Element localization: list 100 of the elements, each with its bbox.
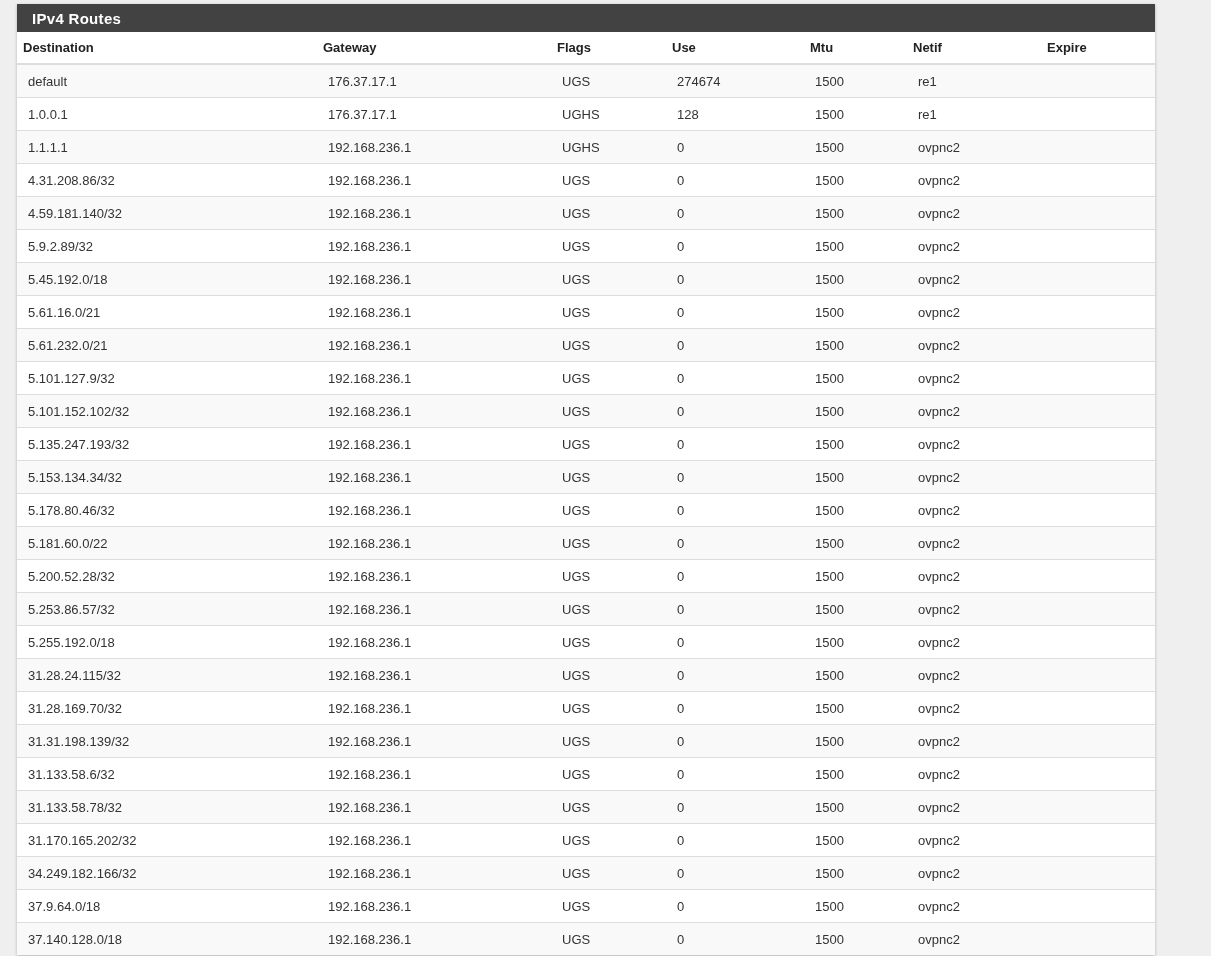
table-cell: 1500 — [804, 295, 907, 329]
table-cell: 192.168.236.1 — [317, 229, 551, 263]
table-cell: UGS — [551, 361, 666, 395]
table-cell: ovpnc2 — [907, 856, 1041, 890]
table-cell: ovpnc2 — [907, 922, 1041, 955]
table-cell: 192.168.236.1 — [317, 559, 551, 593]
table-cell: 0 — [666, 559, 804, 593]
table-cell: 1500 — [804, 97, 907, 131]
table-cell: 5.101.127.9/32 — [17, 361, 317, 395]
table-cell: 192.168.236.1 — [317, 427, 551, 461]
table-cell: UGS — [551, 724, 666, 758]
table-cell: 1500 — [804, 592, 907, 626]
table-cell: UGS — [551, 229, 666, 263]
table-cell: UGS — [551, 625, 666, 659]
table-cell: ovpnc2 — [907, 790, 1041, 824]
table-cell: UGS — [551, 889, 666, 923]
table-cell: 192.168.236.1 — [317, 460, 551, 494]
table-cell: 192.168.236.1 — [317, 658, 551, 692]
table-cell: 1500 — [804, 526, 907, 560]
table-cell: 0 — [666, 889, 804, 923]
table-cell: 5.61.232.0/21 — [17, 328, 317, 362]
table-cell: ovpnc2 — [907, 493, 1041, 527]
table-cell: 1500 — [804, 361, 907, 395]
table-cell: default — [17, 64, 317, 98]
table-cell: 1500 — [804, 64, 907, 98]
table-cell: re1 — [907, 97, 1041, 131]
table-cell: 1500 — [804, 559, 907, 593]
table-cell: ovpnc2 — [907, 460, 1041, 494]
table-cell: UGS — [551, 757, 666, 791]
table-cell: 0 — [666, 724, 804, 758]
table-cell: 192.168.236.1 — [317, 889, 551, 923]
table-cell: UGS — [551, 823, 666, 857]
table-cell: UGS — [551, 196, 666, 230]
table-cell: 192.168.236.1 — [317, 493, 551, 527]
table-cell: 192.168.236.1 — [317, 130, 551, 164]
table-cell: 0 — [666, 790, 804, 824]
table-cell: 0 — [666, 163, 804, 197]
table-cell: re1 — [907, 64, 1041, 98]
table-cell: 192.168.236.1 — [317, 361, 551, 395]
table-cell: 0 — [666, 196, 804, 230]
table-cell: 1500 — [804, 889, 907, 923]
table-cell: 176.37.17.1 — [317, 64, 551, 98]
table-cell: 5.153.134.34/32 — [17, 460, 317, 494]
table-cell: 0 — [666, 856, 804, 890]
table-cell: 5.101.152.102/32 — [17, 394, 317, 428]
table-cell: 4.59.181.140/32 — [17, 196, 317, 230]
table-cell: 1500 — [804, 724, 907, 758]
table-cell: 1500 — [804, 262, 907, 296]
table-cell: 192.168.236.1 — [317, 790, 551, 824]
table-cell: 0 — [666, 757, 804, 791]
table-cell: 5.255.192.0/18 — [17, 625, 317, 659]
table-cell: UGS — [551, 493, 666, 527]
table-cell: UGS — [551, 262, 666, 296]
panel-title: IPv4 Routes — [32, 9, 122, 27]
table-cell: 192.168.236.1 — [317, 262, 551, 296]
table-cell: 1500 — [804, 823, 907, 857]
table-cell: ovpnc2 — [907, 757, 1041, 791]
table-cell: 31.28.24.115/32 — [17, 658, 317, 692]
table-cell: 0 — [666, 526, 804, 560]
table-cell: 192.168.236.1 — [317, 757, 551, 791]
table-cell: UGHS — [551, 97, 666, 131]
table-cell: UGS — [551, 163, 666, 197]
table-cell: 192.168.236.1 — [317, 526, 551, 560]
table-cell: 34.249.182.166/32 — [17, 856, 317, 890]
table-cell: UGS — [551, 64, 666, 98]
table-cell: ovpnc2 — [907, 130, 1041, 164]
table-cell: 192.168.236.1 — [317, 823, 551, 857]
table-cell: 1500 — [804, 856, 907, 890]
table-cell: UGS — [551, 691, 666, 725]
table-cell: 5.9.2.89/32 — [17, 229, 317, 263]
table-cell: 5.253.86.57/32 — [17, 592, 317, 626]
table-cell: UGS — [551, 658, 666, 692]
table-cell: 0 — [666, 592, 804, 626]
table-cell: 192.168.236.1 — [317, 295, 551, 329]
table-cell: UGS — [551, 394, 666, 428]
table-cell: ovpnc2 — [907, 361, 1041, 395]
table-cell: 1500 — [804, 196, 907, 230]
table-cell: 0 — [666, 295, 804, 329]
table-cell: ovpnc2 — [907, 559, 1041, 593]
table-cell: UGS — [551, 559, 666, 593]
table-cell: 192.168.236.1 — [317, 328, 551, 362]
table-cell: UGS — [551, 592, 666, 626]
table-cell: 192.168.236.1 — [317, 922, 551, 955]
table-cell: 274674 — [666, 64, 804, 98]
table-cell: 5.200.52.28/32 — [17, 559, 317, 593]
table-cell: 0 — [666, 427, 804, 461]
table-cell: 1500 — [804, 328, 907, 362]
table-cell: ovpnc2 — [907, 328, 1041, 362]
table-cell: UGS — [551, 295, 666, 329]
table-cell: UGS — [551, 460, 666, 494]
table-cell: 1500 — [804, 163, 907, 197]
table-cell: 0 — [666, 394, 804, 428]
table-cell: 1500 — [804, 394, 907, 428]
table-cell: 192.168.236.1 — [317, 691, 551, 725]
table-cell: 5.45.192.0/18 — [17, 262, 317, 296]
table-cell: 1.0.0.1 — [17, 97, 317, 131]
table-cell: 1500 — [804, 658, 907, 692]
table-cell: 0 — [666, 625, 804, 659]
table-cell: ovpnc2 — [907, 823, 1041, 857]
table-cell: ovpnc2 — [907, 229, 1041, 263]
